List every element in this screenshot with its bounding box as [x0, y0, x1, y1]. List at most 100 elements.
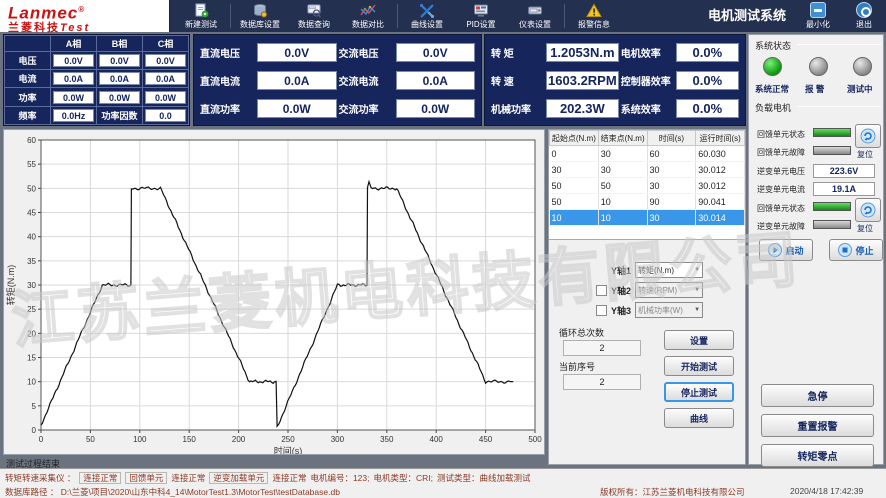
refresh-icon — [860, 128, 876, 144]
steps-row[interactable]: 10103030.014 — [550, 210, 745, 226]
toolbar-item-pid-settings[interactable]: PID设置 — [454, 0, 508, 32]
svg-text:50: 50 — [86, 435, 95, 444]
alarm-info-icon — [586, 3, 602, 18]
inverter-voltage-value: 223.6V — [813, 164, 875, 178]
toolbar-item-data-query[interactable]: 数据查询 — [287, 0, 341, 32]
toolbar-item-data-compare[interactable]: 数据对比 — [341, 0, 395, 32]
start-test-button[interactable]: 开始测试 — [664, 356, 734, 376]
measurement-value: 0.0% — [676, 99, 739, 118]
load-steps-table-wrap: 起始点(N.m)结束点(N.m)时间(s)运行时间(s)0306060.0303… — [549, 130, 745, 240]
x-axis-label: 时间(s) — [274, 445, 303, 454]
torque-chart-panel: 0501001502002503003504004505000510152025… — [3, 129, 545, 455]
y-axis-2-select[interactable]: 转速(RPM) ▼ — [635, 282, 703, 298]
toolbar-item-database-settings[interactable]: 数据库设置 — [233, 0, 287, 32]
reset-button-2[interactable] — [855, 198, 881, 222]
steps-row[interactable]: 50503030.012 — [550, 178, 745, 194]
measurement-row: 交流电压0.0V — [339, 39, 476, 65]
curve-settings-icon — [419, 3, 435, 18]
logo-text: Lanmec® — [8, 1, 161, 22]
led-gray-icon — [809, 57, 828, 76]
phase-col-header: B相 — [97, 36, 143, 52]
toolbar-item-new-test[interactable]: 新建测试 — [174, 0, 228, 32]
y-axis-2-checkbox[interactable] — [596, 285, 607, 296]
inverter-fault-label: 逆变单元故障 — [757, 221, 805, 232]
toolbar-item-meter-settings[interactable]: 仪表设置 — [508, 0, 562, 32]
system-control-panel: 系统状态 系统正常报 警测试中 负载电机 回馈单元状态 回馈单元故障 复位 逆变… — [748, 34, 884, 465]
app-logo: Lanmec® 兰菱科技Test — [0, 0, 170, 32]
phase-col-header: A相 — [51, 36, 97, 52]
reset-label-1: 复位 — [857, 149, 873, 160]
reset-label-2: 复位 — [857, 223, 873, 234]
reset-alarm-button[interactable]: 重置报警 — [761, 414, 874, 437]
minimize-icon — [810, 2, 826, 18]
meter-settings-icon — [527, 3, 543, 18]
toolbar-item-curve-settings[interactable]: 曲线设置 — [400, 0, 454, 32]
y-axis-2-row: Y轴2 转速(RPM) ▼ — [596, 282, 703, 298]
data-query-icon — [306, 3, 322, 18]
svg-text:25: 25 — [27, 305, 36, 314]
chevron-down-icon: ▼ — [694, 307, 700, 313]
phase-row: 电流0.0A0.0A0.0A — [5, 70, 189, 88]
y-axis-3-select[interactable]: 机械功率(W) ▼ — [635, 302, 703, 318]
y-axis-2-label: Y轴2 — [611, 284, 631, 297]
stop-test-button[interactable]: 停止测试 — [664, 382, 734, 402]
status-segment: 逆变加载单元 — [209, 472, 268, 484]
phase-row: 频率0.0Hz功率因数0.0 — [5, 106, 189, 124]
led-label: 测试中 — [847, 83, 873, 95]
led-gray-icon — [853, 57, 872, 76]
exit-button[interactable]: 退出 — [842, 1, 886, 31]
chevron-down-icon: ▼ — [694, 267, 700, 273]
status-segment: 电机编号：123; — [310, 472, 369, 484]
curve-button[interactable]: 曲线 — [664, 408, 734, 428]
measurement-value: 0.0A — [257, 71, 337, 90]
svg-text:100: 100 — [133, 435, 147, 444]
svg-text:200: 200 — [232, 435, 246, 444]
led-label: 报 警 — [805, 83, 824, 95]
phase-value: 0.0A — [99, 72, 140, 85]
pid-settings-icon — [473, 3, 489, 18]
steps-col-header: 时间(s) — [647, 131, 696, 146]
load-steps-table: 起始点(N.m)结束点(N.m)时间(s)运行时间(s)0306060.0303… — [549, 130, 745, 226]
measurement-value: 0.0A — [396, 71, 476, 90]
feedback-unit-status-bar — [813, 128, 851, 137]
stop-button[interactable]: 停止 — [829, 239, 883, 261]
inverter-current-label: 逆变单元电流 — [757, 184, 805, 195]
measurement-row: 直流功率0.0W — [200, 95, 337, 121]
reset-button-1[interactable] — [855, 124, 881, 148]
y-axis-label: 转矩(N.m) — [5, 265, 16, 306]
led-label: 系统正常 — [755, 83, 789, 95]
status-segment: 连接正常 — [171, 472, 205, 484]
svg-text:50: 50 — [27, 184, 36, 193]
load-motor-title: 负载电机 — [755, 101, 791, 114]
feedback-unit-fault-bar — [813, 146, 851, 155]
torque-time-chart: 0501001502002503003504004505000510152025… — [4, 130, 544, 454]
steps-col-header: 运行时间(s) — [696, 131, 745, 146]
settings-button[interactable]: 设置 — [664, 330, 734, 350]
steps-row[interactable]: 30303030.012 — [550, 162, 745, 178]
svg-text:5: 5 — [32, 402, 37, 411]
cycle-total-label: 循环总次数 — [559, 326, 604, 339]
start-button[interactable]: 启动 — [759, 239, 813, 261]
svg-text:60: 60 — [27, 136, 36, 145]
toolbar-item-alarm-info[interactable]: 报警信息 — [567, 0, 621, 32]
measurement-value: 0.0% — [676, 43, 739, 62]
measurement-value: 0.0V — [257, 43, 337, 62]
svg-text:10: 10 — [27, 378, 36, 387]
measurement-row: 直流电流0.0A — [200, 67, 337, 93]
torque-zero-button[interactable]: 转矩零点 — [761, 444, 874, 467]
emergency-stop-button[interactable]: 急停 — [761, 384, 874, 407]
minimize-button[interactable]: 最小化 — [796, 1, 840, 31]
feedback-unit-status-label: 回馈单元状态 — [757, 129, 805, 140]
toolbar-separator — [230, 4, 231, 28]
steps-row[interactable]: 50109090.041 — [550, 194, 745, 210]
phase-value: 0.0A — [53, 72, 94, 85]
y-axis-3-checkbox[interactable] — [596, 305, 607, 316]
steps-col-header: 起始点(N.m) — [550, 131, 599, 146]
toolbar-separator — [564, 4, 565, 28]
y-axis-1-select[interactable]: 转矩(N.m) ▼ — [635, 262, 703, 278]
y-axis-3-label: Y轴3 — [611, 304, 631, 317]
toolbar-separator — [397, 4, 398, 28]
system-status-title: 系统状态 — [755, 39, 791, 52]
status-segment: 连接正常 — [272, 472, 306, 484]
steps-row[interactable]: 0306060.030 — [550, 146, 745, 162]
